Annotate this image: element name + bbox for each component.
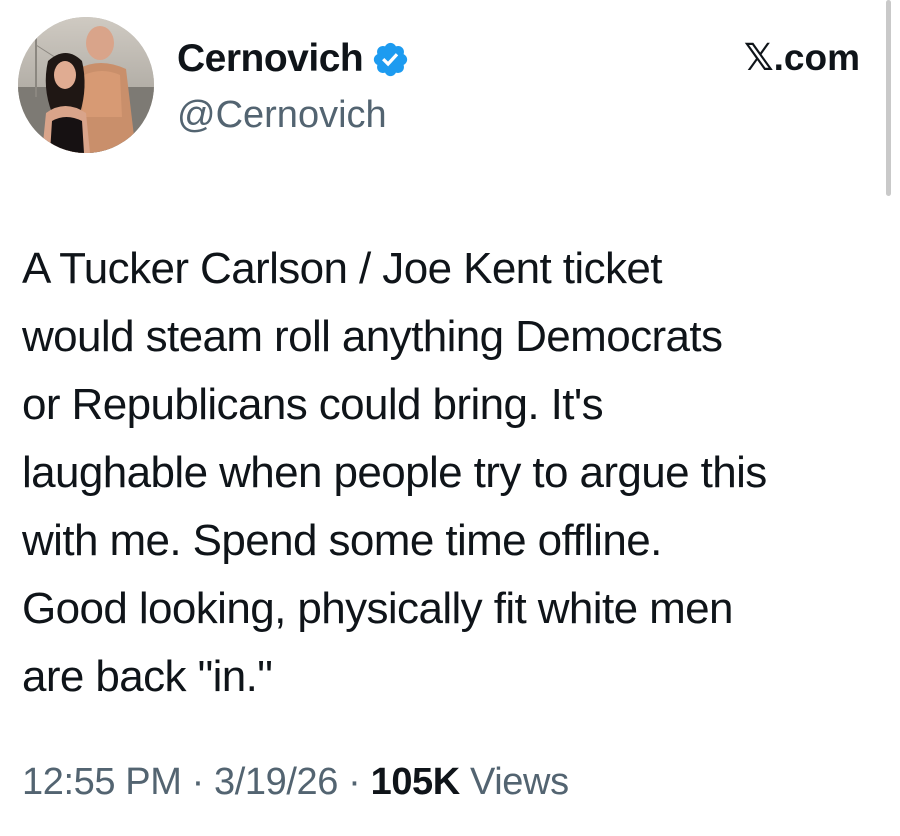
tweet-meta: 12:55 PM · 3/19/26 · 105K Views — [22, 757, 569, 807]
site-label: 𝕏.com — [743, 37, 860, 78]
avatar-photo — [18, 17, 154, 153]
meta-separator: · — [181, 761, 215, 803]
tweet-text-line: would steam roll anything Democrats — [22, 312, 723, 361]
tweet-text-line: with me. Spend some time offline. — [22, 516, 662, 565]
tweet-text: A Tucker Carlson / Joe Kent ticket would… — [22, 235, 882, 711]
views-count: 105K — [370, 761, 461, 803]
author-handle[interactable]: @Cernovich — [177, 93, 387, 137]
verified-badge-icon — [371, 40, 410, 79]
tweet-text-line: laughable when people try to argue this — [22, 448, 767, 497]
avatar[interactable] — [18, 17, 154, 153]
tweet-text-line: are back "in." — [22, 652, 273, 701]
author-display-name[interactable]: Cernovich — [177, 36, 364, 82]
tweet-date[interactable]: 3/19/26 — [214, 761, 338, 803]
views-label: Views — [459, 761, 569, 803]
scrollbar[interactable] — [886, 0, 891, 196]
author-display-name-row[interactable]: Cernovich — [177, 36, 410, 82]
tweet-time[interactable]: 12:55 PM — [22, 761, 182, 803]
tweet-text-line: A Tucker Carlson / Joe Kent ticket — [22, 244, 663, 293]
meta-separator: · — [338, 761, 371, 803]
tweet-text-line: or Republicans could bring. It's — [22, 380, 604, 429]
tweet-text-line: Good looking, physically fit white men — [22, 584, 734, 633]
